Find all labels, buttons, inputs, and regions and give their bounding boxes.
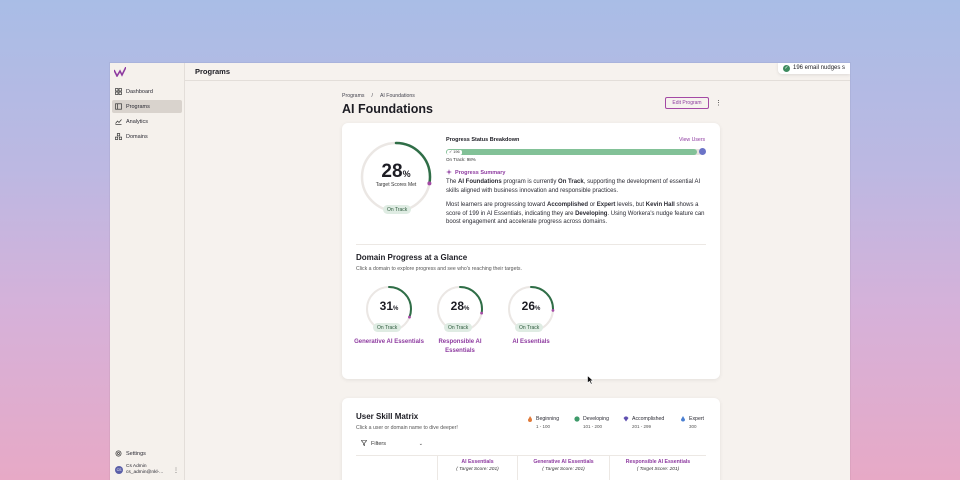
top-bar: Programs: [185, 63, 850, 81]
matrix-subtitle: Click a user or domain name to dive deep…: [356, 425, 458, 431]
domain-progress-title: Domain Progress at a Glance: [356, 253, 468, 262]
domain-value: 31%: [379, 299, 399, 313]
sparkle-icon: [446, 169, 452, 177]
filter-icon: [360, 439, 368, 448]
avatar: CS: [115, 466, 123, 475]
programs-icon: [115, 103, 122, 110]
user-profile[interactable]: CS Cs Admin cs_admin@nkl-... ⋮: [112, 464, 182, 476]
domain-progress-subtitle: Click a domain to explore progress and s…: [356, 266, 522, 272]
user-skill-matrix-card: User Skill Matrix Click a user or domain…: [342, 398, 720, 480]
domain-value: 26%: [521, 299, 541, 313]
skill-matrix-table: AI Essentials ( Target Score: 201) Gener…: [356, 455, 706, 480]
edit-program-button[interactable]: Edit Program: [665, 97, 709, 109]
matrix-column-ai-essentials[interactable]: AI Essentials ( Target Score: 201): [437, 456, 517, 480]
drop-icon: [680, 416, 686, 422]
nudge-toast: ✓ 196 email nudges s: [778, 63, 850, 74]
gear-icon: [115, 450, 122, 457]
more-vertical-icon[interactable]: ⋮: [173, 467, 179, 474]
bar-count-tag: ✓ 196: [447, 149, 462, 155]
sidebar-item-programs[interactable]: Programs: [112, 100, 182, 113]
sidebar-item-label: Dashboard: [126, 88, 153, 95]
status-badge: On Track: [373, 323, 402, 332]
dashboard-icon: [115, 88, 122, 95]
filters-dropdown[interactable]: Filters ⌄: [356, 437, 428, 450]
status-badge: On Track: [444, 323, 473, 332]
diamond-icon: [623, 416, 629, 422]
bar-end-dot: [699, 148, 706, 155]
sidebar-bottom: Settings CS Cs Admin cs_admin@nkl-... ⋮: [112, 447, 182, 476]
user-info: Cs Admin cs_admin@nkl-...: [126, 464, 170, 476]
user-name: Cs Admin: [126, 464, 147, 470]
check-icon: ✓: [783, 64, 790, 72]
status-badge: On Track: [383, 205, 412, 214]
breakdown-title: Progress Status Breakdown: [446, 137, 520, 143]
sidebar-item-settings[interactable]: Settings: [112, 447, 182, 460]
sprout-icon: [574, 416, 580, 422]
filters-label: Filters: [371, 440, 386, 447]
breadcrumb-programs[interactable]: Programs: [342, 93, 365, 99]
divider: [356, 244, 706, 245]
user-email: cs_admin@nkl-...: [126, 470, 164, 476]
matrix-column-responsible-ai[interactable]: Responsible AI Essentials ( Target Score…: [609, 456, 706, 480]
breadcrumb-separator: /: [371, 93, 373, 99]
workera-logo-icon[interactable]: [113, 66, 127, 78]
progress-bar-fill: [446, 149, 697, 155]
domain-name[interactable]: Generative AI Essentials: [353, 338, 425, 347]
flame-icon: [527, 416, 533, 422]
sidebar-item-label: Programs: [126, 103, 150, 110]
legend-accomplished: Accomplished 201 - 299: [623, 416, 664, 430]
topbar-title: Programs: [195, 67, 231, 76]
domain-name[interactable]: Responsible AI Essentials: [424, 338, 496, 355]
sidebar: Dashboard Programs Analytics Domains Set…: [110, 63, 185, 480]
domain-target-dot: [408, 315, 411, 319]
summary-paragraph-1: The AI Foundations program is currently …: [446, 179, 701, 194]
domains-icon: [115, 133, 122, 140]
view-users-link[interactable]: View Users: [679, 137, 705, 143]
chevron-down-icon: ⌄: [418, 440, 423, 447]
breadcrumb: Programs / AI Foundations: [342, 93, 415, 99]
progress-summary-title: Progress Summary: [446, 169, 505, 177]
more-vertical-icon[interactable]: ⋮: [715, 99, 722, 107]
gauge-value: 28%: [381, 161, 411, 182]
summary-paragraph-2: Most learners are progressing toward Acc…: [446, 202, 705, 226]
sidebar-nav: Dashboard Programs Analytics Domains: [112, 85, 182, 145]
toast-text: 196 email nudges s: [793, 65, 846, 71]
mouse-cursor-icon: [587, 375, 594, 385]
page-title: AI Foundations: [342, 102, 433, 116]
matrix-title: User Skill Matrix: [356, 412, 419, 421]
legend-expert: Expert 300: [680, 416, 704, 430]
sidebar-item-label: Domains: [126, 133, 148, 140]
sidebar-item-label: Settings: [126, 450, 146, 457]
domain-name[interactable]: AI Essentials: [495, 338, 567, 347]
analytics-icon: [115, 118, 122, 125]
sidebar-item-domains[interactable]: Domains: [112, 130, 182, 143]
status-badge: On Track: [515, 323, 544, 332]
progress-status-bar[interactable]: ✓ 196: [446, 149, 702, 155]
matrix-column-generative-ai[interactable]: Generative AI Essentials ( Target Score:…: [517, 456, 609, 480]
legend-beginning: Beginning 1 - 100: [527, 416, 559, 430]
legend-developing: Developing 101 - 200: [574, 416, 609, 430]
sidebar-item-label: Analytics: [126, 118, 149, 125]
sidebar-item-dashboard[interactable]: Dashboard: [112, 85, 182, 98]
program-summary-card: 28% Target Scores Met On Track Progress …: [342, 123, 720, 379]
breadcrumb-current: AI Foundations: [379, 93, 415, 99]
bar-caption: On Track: 98%: [446, 157, 476, 162]
sidebar-item-analytics[interactable]: Analytics: [112, 115, 182, 128]
app-window: Dashboard Programs Analytics Domains Set…: [110, 63, 850, 480]
domain-value: 28%: [450, 299, 470, 313]
gauge-label: Target Scores Met: [375, 182, 417, 188]
main-content: Programs ✓ 196 email nudges s Programs /…: [185, 63, 850, 480]
